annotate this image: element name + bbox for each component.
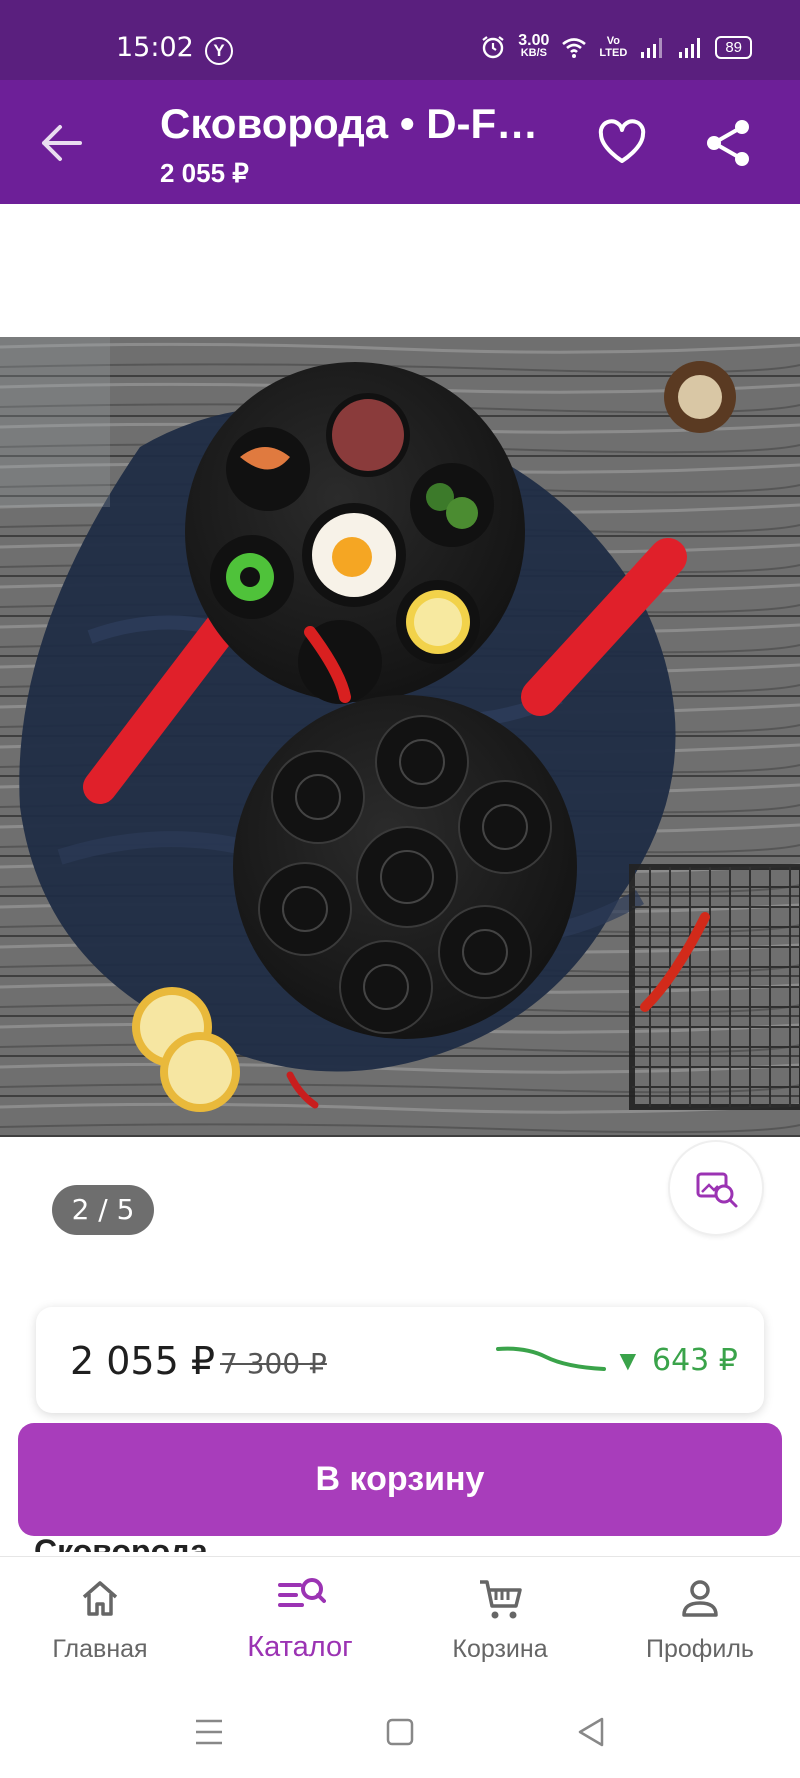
share-icon[interactable]: [702, 118, 754, 168]
home-icon: [82, 1581, 118, 1616]
current-price: 2 055 ₽: [70, 1339, 216, 1383]
status-bar: 15:02 Y 3.00 KB/S Vo LTED 89: [0, 0, 800, 80]
home-square-icon[interactable]: [386, 1718, 414, 1746]
status-time: 15:02: [116, 32, 194, 63]
nav-label-catalog: Каталог: [247, 1631, 353, 1663]
favorite-heart-icon[interactable]: [596, 118, 648, 166]
cart-icon: [480, 1580, 522, 1619]
header-price: 2 055 ₽: [160, 158, 249, 188]
wifi-icon: [562, 38, 587, 58]
back-arrow-icon[interactable]: [36, 120, 86, 166]
nav-item-home[interactable]: Главная: [0, 1557, 200, 1685]
nav-item-profile[interactable]: Профиль: [600, 1557, 800, 1685]
net-speed-unit: KB/S: [520, 47, 547, 59]
catalog-search-icon: [278, 1578, 326, 1607]
system-navigation-bar: [0, 1684, 800, 1778]
app-bar: Сковорода • D-Fa… 2 055 ₽: [0, 80, 800, 204]
bottom-navigation: Главная Каталог Корзина Профиль: [0, 1556, 800, 1684]
carrier-icon: Y: [205, 37, 233, 65]
volte-bottom: LTED: [599, 47, 628, 59]
nav-label-home: Главная: [52, 1635, 148, 1663]
price-history-sparkline[interactable]: [496, 1343, 606, 1379]
status-icons: 3.00 KB/S Vo LTED 89: [480, 32, 752, 60]
profile-icon: [682, 1580, 718, 1617]
nav-label-cart: Корзина: [452, 1635, 548, 1663]
signal-icon: [641, 38, 663, 58]
nav-label-profile: Профиль: [646, 1635, 754, 1663]
back-triangle-icon[interactable]: [576, 1716, 606, 1748]
gallery-counter: 2 / 5: [52, 1185, 154, 1235]
product-image[interactable]: [0, 337, 800, 1137]
image-search-icon: [696, 1172, 738, 1208]
alarm-icon: [482, 36, 504, 59]
menu-icon[interactable]: [194, 1718, 224, 1746]
product-photo-illustration: [0, 337, 800, 1137]
volte-top: Vo: [606, 35, 620, 47]
old-price: 7 300 ₽: [220, 1347, 327, 1380]
signal-icon-2: [679, 38, 701, 58]
page-title: Сковорода • D-Fa…: [160, 100, 560, 147]
nav-item-cart[interactable]: Корзина: [400, 1557, 600, 1685]
add-to-cart-button[interactable]: В корзину: [18, 1423, 782, 1536]
nav-item-catalog[interactable]: Каталог: [200, 1557, 400, 1685]
net-speed: 3.00 KB/S: [518, 32, 550, 60]
net-speed-value: 3.00: [518, 32, 550, 49]
battery-indicator: 89: [715, 35, 752, 59]
image-search-button[interactable]: [668, 1140, 764, 1236]
volte-indicator: Vo LTED: [599, 35, 627, 59]
price-card: 2 055 ₽ 7 300 ₽ ▼ 643 ₽: [36, 1307, 764, 1413]
price-down-arrow-icon: ▼: [614, 1345, 642, 1376]
price-change: 643 ₽: [652, 1343, 738, 1378]
